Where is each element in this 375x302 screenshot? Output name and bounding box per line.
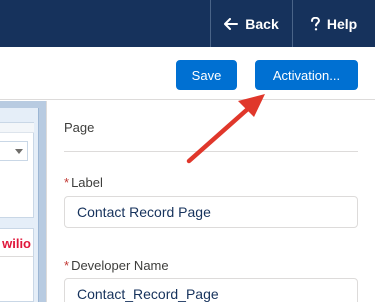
panel-section-title: Page [64, 120, 95, 135]
canvas-picklist[interactable] [0, 141, 28, 161]
canvas-component-card[interactable] [0, 122, 34, 218]
builder-toolbar: Save Activation... [0, 47, 375, 100]
required-marker: * [64, 175, 70, 190]
developer-name-field-text: Developer Name [71, 258, 169, 273]
card-divider [0, 256, 33, 257]
label-input[interactable] [64, 196, 358, 228]
required-marker: * [64, 258, 70, 273]
top-header-bar: Back Help [0, 0, 375, 47]
card-header-strip [0, 123, 34, 133]
developer-name-field-label: * Developer Name [64, 258, 169, 273]
page-canvas[interactable]: wilio [0, 101, 47, 302]
left-arrow-icon [224, 17, 239, 30]
question-mark-icon [310, 16, 320, 31]
label-field-label: * Label [64, 175, 103, 190]
canvas-region: wilio [0, 108, 39, 302]
save-button[interactable]: Save [176, 60, 237, 90]
back-label: Back [245, 15, 279, 32]
canvas-component-card[interactable]: wilio [0, 228, 34, 302]
activation-button[interactable]: Activation... [255, 60, 358, 90]
developer-name-input[interactable] [64, 278, 358, 302]
label-field-text: Label [71, 175, 103, 190]
chevron-down-icon [15, 149, 23, 154]
help-label: Help [326, 15, 358, 32]
back-button[interactable]: Back [211, 0, 292, 47]
properties-panel: Page *Label *Developer Name [48, 101, 375, 302]
section-divider [64, 151, 358, 152]
component-logo: wilio [2, 236, 31, 251]
help-button[interactable]: Help [293, 0, 375, 47]
